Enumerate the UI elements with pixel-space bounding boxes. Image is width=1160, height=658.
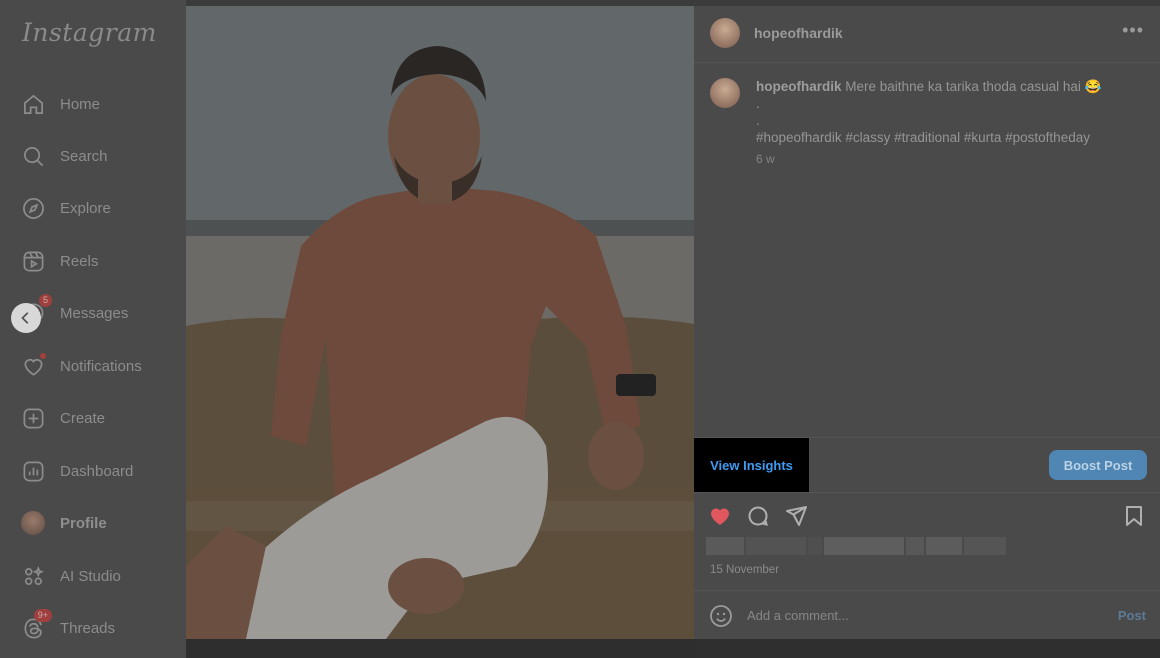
insights-bar: View Insights Boost Post — [694, 437, 1160, 493]
avatar[interactable] — [710, 18, 740, 48]
caption-line: . — [756, 96, 760, 111]
sidebar-item-ai-studio[interactable]: AI Studio — [20, 561, 121, 591]
caption-text: hopeofhardik Mere baithne ka tarika thod… — [756, 78, 1146, 146]
threads-icon: 9+ — [20, 609, 52, 641]
home-icon — [20, 91, 46, 117]
post-details-panel: hopeofhardik ••• hopeofhardik Mere baith… — [694, 6, 1160, 639]
post-photo[interactable] — [186, 6, 694, 639]
previous-post-button[interactable] — [11, 303, 41, 333]
sidebar-item-label: AI Studio — [60, 567, 121, 585]
background-strip — [694, 639, 1160, 658]
heart-icon — [20, 353, 46, 379]
sidebar-item-label: Home — [60, 95, 101, 113]
caption-body: Mere baithne ka tarika thoda casual hai … — [845, 79, 1102, 94]
post-date: 15 November — [710, 564, 780, 576]
avatar — [21, 511, 45, 535]
caption-hashtags[interactable]: #hopeofhardik #classy #traditional #kurt… — [756, 130, 1090, 145]
share-icon[interactable] — [784, 504, 808, 528]
sidebar-item-threads[interactable]: 9+ Threads — [20, 609, 116, 643]
post-time-ago: 6 w — [756, 152, 775, 166]
emoji-icon[interactable] — [709, 604, 733, 628]
caption-line: . — [756, 113, 760, 128]
notification-dot — [40, 353, 46, 359]
sidebar-item-home[interactable]: Home — [20, 89, 100, 119]
chevron-left-icon — [21, 312, 29, 324]
post-image — [186, 6, 694, 639]
more-options-icon[interactable]: ••• — [1122, 20, 1144, 41]
sidebar-item-label: Create — [60, 409, 106, 427]
plus-square-icon — [20, 405, 46, 431]
sidebar-item-dashboard[interactable]: Dashboard — [20, 456, 133, 486]
heart-icon[interactable] — [708, 504, 732, 528]
bookmark-icon[interactable] — [1122, 504, 1146, 528]
sidebar-item-label: Reels — [60, 252, 99, 270]
post-header: hopeofhardik ••• — [694, 6, 1160, 63]
reels-icon — [20, 248, 46, 274]
sidebar-item-create[interactable]: Create — [20, 403, 105, 433]
instagram-logo[interactable]: Instagram — [22, 18, 157, 47]
caption-username[interactable]: hopeofhardik — [756, 79, 842, 94]
sidebar-item-reels[interactable]: Reels — [20, 246, 98, 276]
threads-badge: 9+ — [33, 609, 52, 622]
sidebar-item-notifications[interactable]: Notifications — [20, 351, 142, 381]
sidebar-item-label: Messages — [60, 304, 129, 322]
sidebar-item-explore[interactable]: Explore — [20, 193, 111, 223]
messages-badge: 5 — [38, 294, 52, 307]
likes-summary-blurred — [706, 537, 1028, 555]
comment-box: Add a comment... Post — [694, 590, 1160, 640]
sidebar-item-label: Explore — [60, 199, 111, 217]
sidebar-item-label: Dashboard — [60, 462, 134, 480]
post-actions — [708, 504, 1148, 528]
sidebar: Instagram Home Search Explore Reels 5 Me… — [0, 0, 186, 658]
search-icon — [20, 143, 46, 169]
background-strip — [186, 639, 694, 658]
dashboard-icon — [20, 458, 46, 484]
sidebar-item-label: Threads — [60, 619, 116, 637]
avatar[interactable] — [710, 78, 740, 108]
boost-post-button[interactable]: Boost Post — [1049, 450, 1147, 480]
sidebar-item-label: Search — [60, 147, 108, 165]
view-insights-button[interactable]: View Insights — [694, 438, 809, 492]
sidebar-item-label: Profile — [60, 514, 107, 532]
sidebar-item-profile[interactable]: Profile — [20, 508, 107, 538]
ai-studio-icon — [20, 563, 46, 589]
comment-input[interactable]: Add a comment... — [747, 608, 849, 623]
post-username[interactable]: hopeofhardik — [754, 25, 843, 41]
sidebar-item-search[interactable]: Search — [20, 141, 108, 171]
compass-icon — [20, 195, 46, 221]
sidebar-item-label: Notifications — [60, 357, 142, 375]
post-comment-button[interactable]: Post — [1118, 608, 1146, 623]
comment-icon[interactable] — [746, 504, 770, 528]
